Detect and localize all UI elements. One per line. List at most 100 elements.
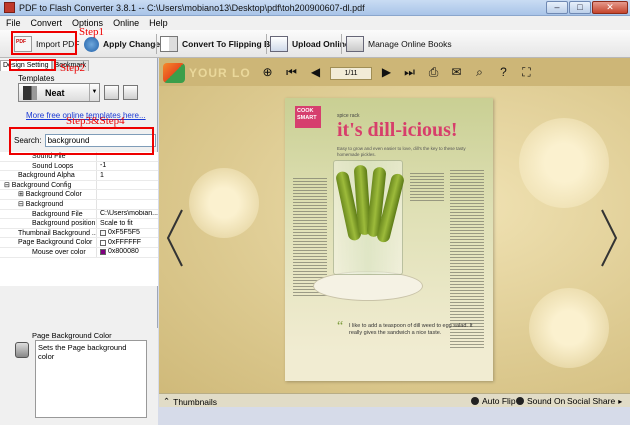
next-arrow-icon[interactable]	[599, 208, 619, 268]
property-value-text: -1	[100, 162, 107, 170]
cook-smart-badge: COOK SMART	[295, 106, 321, 128]
property-row[interactable]: Page Background Color 0xFFFFFF	[0, 238, 158, 248]
color-swatch[interactable]	[100, 249, 106, 256]
last-page-icon[interactable]: ⏭	[403, 66, 416, 79]
template-row: Neat ▼	[18, 83, 138, 102]
property-row[interactable]: Thumbnail Background ... 0xF5F5F5	[0, 228, 158, 239]
property-value[interactable]: 0xFFFFFF	[97, 238, 158, 247]
flipping-book-icon	[160, 36, 178, 52]
previous-arrow-icon[interactable]	[165, 208, 185, 268]
property-name: Background Alpha	[0, 171, 97, 180]
property-value-text: Scale to fit	[100, 219, 133, 227]
property-value[interactable]: C:\Users\mobian...	[97, 210, 158, 219]
template-select[interactable]: Neat ▼	[18, 83, 100, 102]
description-box: Sets the Page background color	[35, 340, 147, 418]
upload-online-button[interactable]: Upload Online	[270, 33, 350, 55]
viewer-toolbar: YOUR LO ⊕ ⏮ ◀ 1/11 ▶ ⏭ ⎙ ✉ ⌕ ? ⛶	[159, 58, 630, 86]
property-row[interactable]: ⊟ Background Config	[0, 180, 158, 191]
app-icon	[4, 2, 15, 13]
next-page-icon[interactable]: ▶	[380, 66, 393, 79]
property-value[interactable]: 0xF5F5F5	[97, 229, 158, 238]
print-icon[interactable]: ⎙	[427, 66, 440, 79]
property-value[interactable]	[97, 200, 158, 209]
menu-online[interactable]: Online	[113, 18, 139, 28]
title-bar: PDF to Flash Converter 3.8.1 -- C:\Users…	[0, 0, 630, 16]
step2-label: Step2	[60, 62, 86, 74]
template-icon	[23, 85, 37, 100]
viewer-status-bar: ⌃ Thumbnails Auto Flip Sound On Social S…	[159, 393, 630, 407]
auto-flip-button[interactable]: Auto Flip	[471, 396, 516, 406]
zoom-in-icon[interactable]: ⊕	[261, 66, 274, 79]
flower-decoration	[519, 118, 609, 208]
maximize-button[interactable]: □	[569, 1, 591, 14]
menu-convert[interactable]: Convert	[31, 18, 63, 28]
toolbar-divider	[341, 34, 342, 54]
property-value-text: C:\Users\mobian...	[100, 210, 158, 218]
sound-icon	[516, 397, 524, 405]
property-row[interactable]: Mouse over color 0x800080	[0, 247, 158, 258]
book-page[interactable]: COOK SMART spice rack it's dill-icious! …	[285, 98, 493, 381]
social-share-button[interactable]: Social Share ▸	[567, 396, 622, 406]
window-controls: – □ ✕	[546, 1, 628, 14]
menu-file[interactable]: File	[6, 18, 21, 28]
upload-icon	[270, 36, 288, 52]
chevron-down-icon[interactable]: ▼	[89, 84, 99, 101]
help-icon[interactable]: ?	[497, 66, 510, 79]
property-value[interactable]: 0x800080	[97, 248, 158, 257]
pickle-jar-image	[333, 160, 406, 275]
property-value-text: 0x800080	[108, 248, 139, 256]
color-swatch[interactable]	[100, 239, 106, 246]
quote-mark-icon: “	[337, 319, 344, 334]
toolbar-divider	[156, 34, 157, 54]
property-value-text: 0xFFFFFF	[108, 238, 142, 246]
manage-books-icon	[346, 36, 364, 52]
template-name: Neat	[45, 87, 65, 98]
manage-online-label: Manage Online Books	[368, 39, 452, 49]
export-template-icon[interactable]	[123, 85, 138, 100]
property-value[interactable]: Scale to fit	[97, 219, 158, 228]
property-name: Background position	[0, 219, 97, 228]
property-row[interactable]: Background Alpha 1	[0, 171, 158, 181]
property-grid: Sound File Sound Loops -1 Background Alpha 1…	[0, 152, 158, 286]
first-page-icon[interactable]: ⏮	[285, 66, 298, 79]
social-share-label: Social Share	[567, 396, 616, 406]
property-row[interactable]: ⊞ Background Color	[0, 190, 158, 200]
flower-decoration	[529, 288, 609, 368]
plate-image	[313, 271, 423, 301]
left-panel: Design Setting Bookmark Templates Neat ▼…	[0, 58, 175, 425]
color-swatch[interactable]	[100, 230, 106, 237]
page-number-input[interactable]: 1/11	[330, 67, 372, 80]
menu-help[interactable]: Help	[149, 18, 168, 28]
property-row[interactable]: Background File C:\Users\mobian...	[0, 209, 158, 220]
save-template-icon[interactable]	[104, 85, 119, 100]
property-name: ⊟ Background	[0, 199, 97, 209]
window-title: PDF to Flash Converter 3.8.1 -- C:\Users…	[19, 2, 365, 13]
property-name: ⊟ Background Config	[0, 180, 97, 190]
previous-page-icon[interactable]: ◀	[309, 66, 322, 79]
property-row[interactable]: Background position Scale to fit	[0, 219, 158, 229]
step1-label: Step1	[79, 26, 105, 38]
property-name: ⊞ Background Color	[0, 190, 97, 199]
description-title: Page Background Color	[32, 331, 112, 340]
property-row[interactable]: ⊟ Background	[0, 199, 158, 210]
property-value[interactable]: 1	[97, 171, 158, 180]
property-value[interactable]	[97, 190, 158, 199]
property-value[interactable]: -1	[97, 162, 158, 171]
share-icon: ▸	[618, 396, 623, 406]
step1-highlight	[11, 31, 77, 55]
property-name: Mouse over color	[0, 247, 97, 257]
email-icon[interactable]: ✉	[450, 66, 463, 79]
property-row[interactable]: Sound Loops -1	[0, 161, 158, 172]
thumbnails-button[interactable]: ⌃ Thumbnails	[163, 396, 217, 407]
sound-toggle-button[interactable]: Sound On	[516, 396, 565, 406]
chevron-up-icon: ⌃	[163, 396, 171, 406]
description-area: Page Background Color Sets the Page back…	[0, 328, 158, 425]
minimize-button[interactable]: –	[546, 1, 568, 14]
property-value[interactable]	[97, 181, 158, 190]
manage-online-books-button[interactable]: Manage Online Books	[346, 33, 452, 55]
thumbnails-label: Thumbnails	[173, 396, 218, 407]
fullscreen-icon[interactable]: ⛶	[520, 66, 533, 79]
close-button[interactable]: ✕	[592, 1, 628, 14]
auto-flip-label: Auto Flip	[482, 396, 516, 406]
search-icon[interactable]: ⌕	[473, 66, 486, 79]
